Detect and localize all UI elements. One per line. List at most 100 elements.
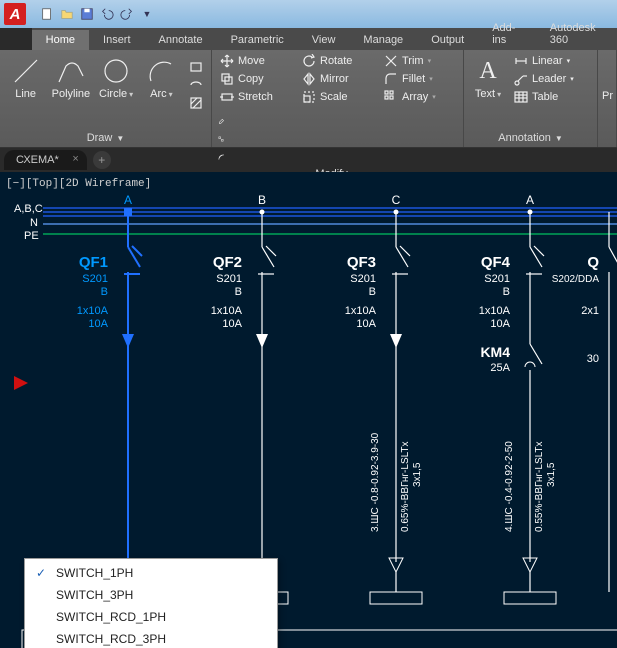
move-button[interactable]: Move xyxy=(216,52,296,70)
svg-text:A: A xyxy=(526,193,534,207)
menu-item-switch-3ph[interactable]: SWITCH_3PH xyxy=(28,584,274,606)
qat-save-icon[interactable] xyxy=(78,5,96,23)
svg-text:0.55%-ВВГнг-LSLTx: 0.55%-ВВГнг-LSLTx xyxy=(534,441,545,532)
fillet-button[interactable]: Fillet▾ xyxy=(380,70,458,88)
qat-redo-icon[interactable] xyxy=(118,5,136,23)
arc-button[interactable]: Arc xyxy=(140,52,183,100)
feeder-qf3: C QF3 S201 B 1x10A 10A 3.ШС -0.8-0.92-3.… xyxy=(345,193,423,604)
svg-text:B: B xyxy=(235,286,242,298)
tab-annotate[interactable]: Annotate xyxy=(145,30,217,50)
table-icon xyxy=(514,90,528,104)
close-icon[interactable]: × xyxy=(72,153,78,165)
hatch-button[interactable] xyxy=(185,94,207,112)
copy-icon xyxy=(220,72,234,86)
qat-new-icon[interactable] xyxy=(38,5,56,23)
leader-icon xyxy=(514,72,528,86)
svg-text:S201: S201 xyxy=(216,273,242,285)
stretch-button[interactable]: Stretch xyxy=(216,88,296,106)
tab-addins[interactable]: Add-ins xyxy=(478,18,536,50)
svg-text:KM4: KM4 xyxy=(480,344,510,360)
panel-draw-title[interactable]: Draw▼ xyxy=(4,130,207,147)
qat-open-icon[interactable] xyxy=(58,5,76,23)
line-label: Line xyxy=(15,88,36,100)
qat-more-icon[interactable]: ▼ xyxy=(138,5,156,23)
tab-parametric[interactable]: Parametric xyxy=(217,30,298,50)
svg-text:Q: Q xyxy=(587,254,599,271)
block-visibility-menu: SWITCH_1PH SWITCH_3PH SWITCH_RCD_1PH SWI… xyxy=(24,558,278,648)
svg-text:S201: S201 xyxy=(484,273,510,285)
array-button[interactable]: Array▾ xyxy=(380,88,458,106)
explode-button[interactable] xyxy=(216,130,226,148)
svg-text:QF2: QF2 xyxy=(213,254,242,271)
feeder-edge: Q S202/DDA 2x1 30 xyxy=(552,212,617,592)
rectangle-button[interactable] xyxy=(185,58,207,76)
menu-item-switch-rcd-1ph[interactable]: SWITCH_RCD_1PH xyxy=(28,606,274,628)
dimension-icon xyxy=(514,54,528,68)
svg-text:4.ШС -0.4-0.92-2-50: 4.ШС -0.4-0.92-2-50 xyxy=(504,441,515,532)
feeder-qf1: A QF1 S201 B 1x10A 10A xyxy=(77,193,154,604)
menu-item-switch-rcd-3ph[interactable]: SWITCH_RCD_3PH xyxy=(28,628,274,648)
offset-button[interactable] xyxy=(216,148,226,166)
menu-item-switch-1ph[interactable]: SWITCH_1PH xyxy=(28,562,274,584)
text-label: Text xyxy=(475,88,501,100)
add-tab-button[interactable]: + xyxy=(93,151,111,169)
copy-button[interactable]: Copy xyxy=(216,70,296,88)
table-button[interactable]: Table xyxy=(510,88,590,106)
tab-autodesk360[interactable]: Autodesk 360 xyxy=(536,18,617,50)
svg-text:QF4: QF4 xyxy=(481,254,511,271)
tab-view[interactable]: View xyxy=(298,30,350,50)
svg-text:0.65%-ВВГнг-LSLTx: 0.65%-ВВГнг-LSLTx xyxy=(400,441,411,532)
trim-icon xyxy=(384,54,398,68)
mirror-button[interactable]: Mirror xyxy=(298,70,378,88)
svg-text:B: B xyxy=(369,286,376,298)
qat-undo-icon[interactable] xyxy=(98,5,116,23)
svg-text:C: C xyxy=(392,193,401,207)
circle-icon xyxy=(101,56,131,86)
autocad-app-icon[interactable]: A xyxy=(4,3,26,25)
panel-annotation-title[interactable]: Annotation▼ xyxy=(468,130,593,147)
panel-modify: Move Copy Stretch Rotate Mirror Scale Tr… xyxy=(212,50,464,147)
fillet-icon xyxy=(384,72,398,86)
svg-text:B: B xyxy=(503,286,510,298)
svg-text:QF3: QF3 xyxy=(347,254,376,271)
circle-label: Circle xyxy=(99,88,133,100)
rotate-button[interactable]: Rotate xyxy=(298,52,378,70)
drawing-canvas[interactable]: [−][Top][2D Wireframe] A,B,C N PE A QF1 … xyxy=(0,172,617,648)
svg-text:10A: 10A xyxy=(356,318,376,330)
tab-home[interactable]: Home xyxy=(32,30,89,50)
text-button[interactable]: A Text xyxy=(468,52,508,100)
tab-manage[interactable]: Manage xyxy=(349,30,417,50)
mirror-icon xyxy=(302,72,316,86)
leader-button[interactable]: Leader▾ xyxy=(510,70,590,88)
svg-text:1x10A: 1x10A xyxy=(211,305,243,317)
scale-icon xyxy=(302,90,316,104)
trim-button[interactable]: Trim▾ xyxy=(380,52,458,70)
panel-more[interactable]: Pr xyxy=(598,50,617,147)
svg-text:10A: 10A xyxy=(222,318,242,330)
array-icon xyxy=(384,90,398,104)
panel-annotation: A Text Linear▾ Leader▾ Table Annotation▼ xyxy=(464,50,598,147)
stretch-icon xyxy=(220,90,234,104)
ribbon-tab-bar: Home Insert Annotate Parametric View Man… xyxy=(0,28,617,50)
line-button[interactable]: Line xyxy=(4,52,47,100)
svg-text:QF1: QF1 xyxy=(79,254,108,271)
ribbon: Line Polyline Circle Arc Draw▼ xyxy=(0,50,617,148)
erase-button[interactable] xyxy=(216,112,226,130)
arc-label: Arc xyxy=(150,88,173,100)
svg-text:S201: S201 xyxy=(350,273,376,285)
svg-text:1x10A: 1x10A xyxy=(479,305,511,317)
ellipse-arc-button[interactable] xyxy=(185,76,207,94)
document-tab-label: СХЕМА* xyxy=(16,154,59,166)
move-icon xyxy=(220,54,234,68)
tab-insert[interactable]: Insert xyxy=(89,30,145,50)
polyline-button[interactable]: Polyline xyxy=(49,52,92,100)
svg-text:1x10A: 1x10A xyxy=(345,305,377,317)
svg-text:10A: 10A xyxy=(88,318,108,330)
scale-button[interactable]: Scale xyxy=(298,88,378,106)
bus-label-n: N xyxy=(30,217,38,229)
svg-text:B: B xyxy=(101,286,108,298)
tab-output[interactable]: Output xyxy=(417,30,478,50)
document-tab[interactable]: СХЕМА* × xyxy=(4,150,87,170)
linear-dim-button[interactable]: Linear▾ xyxy=(510,52,590,70)
circle-button[interactable]: Circle xyxy=(95,52,138,100)
